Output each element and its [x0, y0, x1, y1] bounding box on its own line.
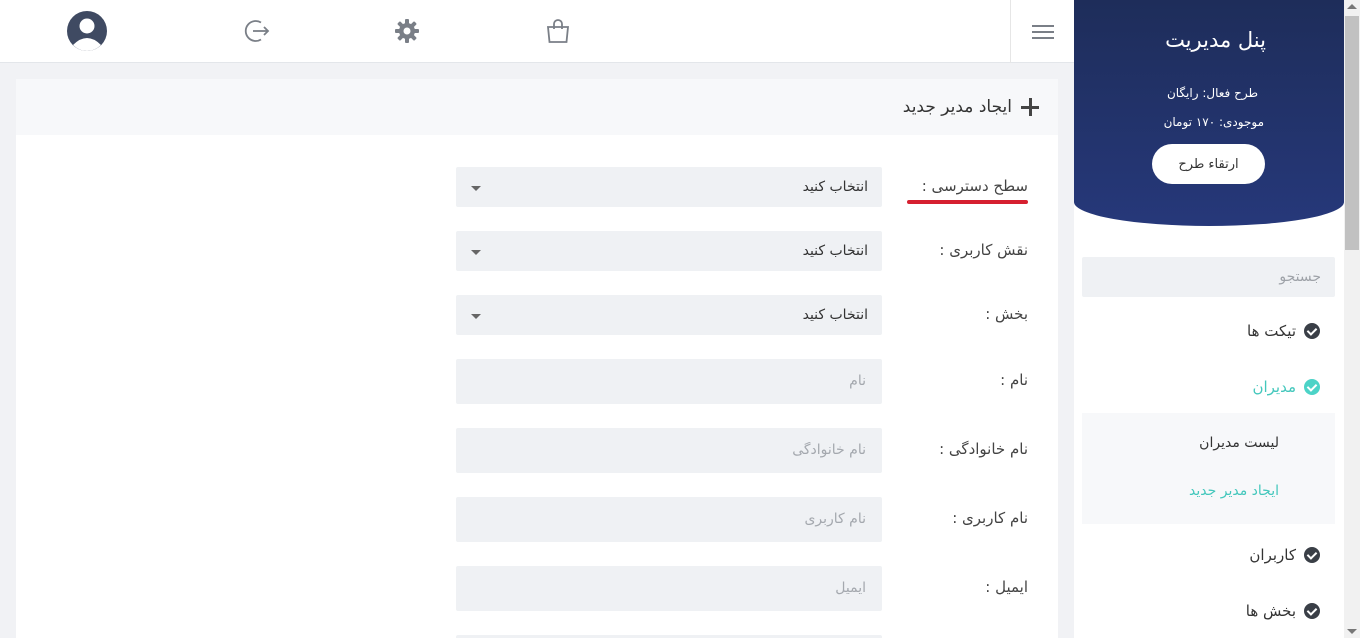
- avatar-icon[interactable]: [67, 11, 107, 51]
- user-role-select[interactable]: انتخاب کنید: [456, 231, 882, 271]
- sidebar-item-label: تیکت ها: [1247, 322, 1296, 340]
- chevron-down-icon: [471, 186, 481, 191]
- submenu-item-create-admin[interactable]: ایجاد مدیر جدید: [1189, 483, 1279, 499]
- access-level-select[interactable]: انتخاب کنید: [456, 167, 882, 207]
- first-name-input[interactable]: [456, 359, 882, 404]
- annotation-underline: [907, 200, 1028, 204]
- scroll-up-icon[interactable]: [1347, 4, 1357, 9]
- card-title: ایجاد مدیر جدید: [902, 97, 1012, 117]
- submenu-item-admins-list[interactable]: لیست مدیران: [1199, 435, 1279, 451]
- check-circle-icon: [1304, 603, 1320, 619]
- sidebar-item-users[interactable]: کاربران: [1249, 546, 1320, 564]
- scroll-down-icon[interactable]: [1347, 629, 1357, 634]
- check-circle-icon: [1304, 547, 1320, 563]
- sidebar-item-label: کاربران: [1249, 546, 1296, 564]
- shopping-bag-icon[interactable]: [542, 14, 574, 48]
- admins-submenu: لیست مدیران ایجاد مدیر جدید: [1082, 413, 1335, 524]
- hamburger-icon: [1031, 24, 1054, 39]
- last-name-input[interactable]: [456, 428, 882, 473]
- user-role-label: نقش کاربری :: [939, 241, 1028, 259]
- section-label: بخش :: [985, 305, 1028, 323]
- gear-icon[interactable]: [391, 14, 423, 48]
- sidebar-item-sections[interactable]: بخش ها: [1246, 602, 1320, 620]
- sidebar-toggle[interactable]: [1010, 0, 1074, 63]
- sidebar-item-label: مدیران: [1252, 378, 1296, 396]
- sidebar-item-tickets[interactable]: تیکت ها: [1247, 322, 1320, 340]
- active-plan: طرح فعال: رایگان: [1166, 86, 1258, 100]
- upgrade-plan-button[interactable]: ارتقاء طرح: [1152, 144, 1265, 184]
- email-label: ایمیل :: [985, 578, 1028, 596]
- sidebar-header: پنل مدیریت طرح فعال: رایگان موجودی: ۱۷۰ …: [1074, 0, 1344, 226]
- last-name-label: نام خانوادگی :: [939, 440, 1028, 458]
- access-level-value: انتخاب کنید: [802, 179, 868, 195]
- user-role-value: انتخاب کنید: [802, 243, 868, 259]
- top-navbar: [0, 0, 1074, 63]
- sidebar-item-label: بخش ها: [1245, 602, 1296, 620]
- section-value: انتخاب کنید: [802, 307, 868, 323]
- access-level-label: سطح دسترسی :: [921, 177, 1028, 195]
- section-select[interactable]: انتخاب کنید: [456, 295, 882, 335]
- card-header: ایجاد مدیر جدید: [16, 79, 1058, 135]
- chevron-down-icon: [471, 314, 481, 319]
- page-scrollbar[interactable]: [1344, 0, 1360, 638]
- card-title-wrap: ایجاد مدیر جدید: [903, 97, 1040, 117]
- sidebar-item-admins[interactable]: مدیران: [1252, 378, 1320, 396]
- email-input[interactable]: [456, 566, 882, 611]
- check-circle-icon: [1304, 379, 1320, 395]
- sidebar-search-input[interactable]: [1082, 257, 1335, 297]
- scroll-thumb[interactable]: [1345, 16, 1359, 250]
- create-admin-card: ایجاد مدیر جدید سطح دسترسی : انتخاب کنید…: [16, 79, 1058, 638]
- first-name-label: نام :: [1000, 371, 1028, 389]
- sidebar-title: پنل مدیریت: [1165, 28, 1266, 52]
- plus-icon: [1020, 97, 1040, 117]
- check-circle-icon: [1304, 323, 1320, 339]
- chevron-down-icon: [471, 250, 481, 255]
- sidebar: پنل مدیریت طرح فعال: رایگان موجودی: ۱۷۰ …: [1074, 0, 1344, 638]
- balance: موجودی: ۱۷۰ تومان: [1163, 115, 1264, 129]
- logout-icon[interactable]: [241, 14, 273, 48]
- username-label: نام کاربری :: [952, 509, 1028, 527]
- username-input[interactable]: [456, 497, 882, 542]
